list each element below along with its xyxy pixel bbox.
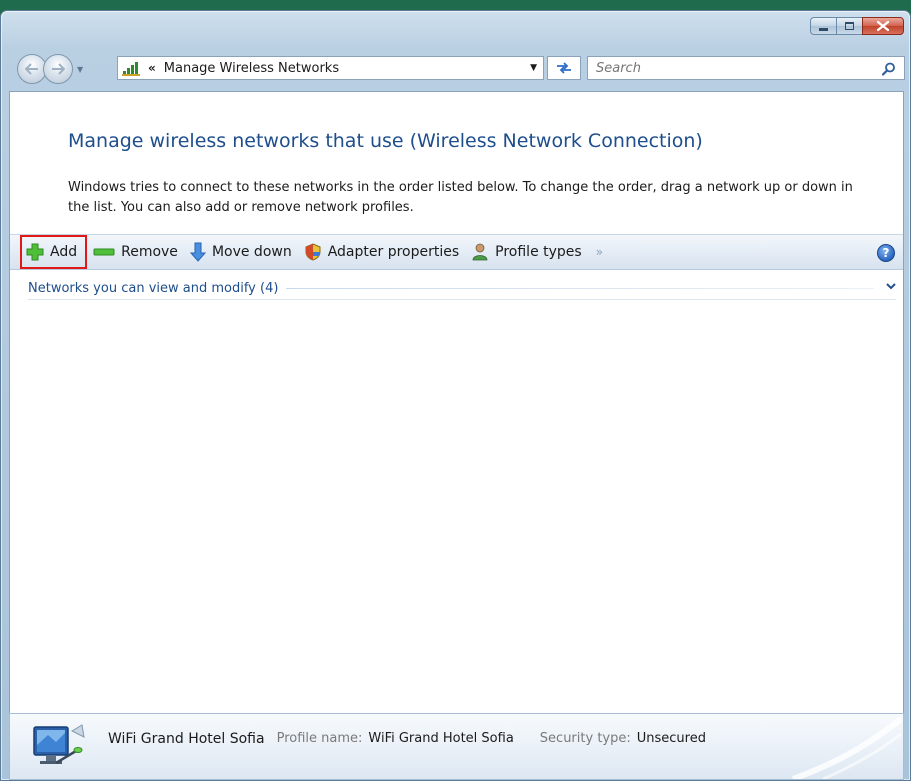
minimize-button[interactable]: [810, 17, 836, 35]
add-button[interactable]: Add: [20, 235, 88, 269]
remove-label: Remove: [121, 244, 178, 260]
page-description: Windows tries to connect to these networ…: [68, 180, 853, 215]
group-divider: [286, 288, 874, 289]
security-type-value: Unsecured: [636, 731, 706, 746]
maximize-button[interactable]: [836, 17, 862, 35]
close-icon: [877, 21, 889, 31]
add-label: Add: [50, 244, 78, 260]
address-row: ▼ « Manage Wireless Networks ▼: [1, 53, 910, 85]
help-icon[interactable]: ?: [877, 244, 895, 262]
search-input[interactable]: [596, 60, 866, 76]
details-pane: WiFi Grand Hotel Sofia Profile name: WiF…: [9, 713, 904, 780]
plus-icon: [26, 243, 44, 261]
maximize-icon: [845, 22, 854, 30]
command-bar: Add Remove Move down Adapter properties …: [10, 234, 903, 270]
adapter-properties-button[interactable]: Adapter properties: [298, 237, 465, 267]
nav-buttons: ▼: [17, 54, 83, 84]
address-bar[interactable]: « Manage Wireless Networks ▼: [117, 56, 544, 80]
address-dropdown-icon[interactable]: ▼: [530, 63, 537, 73]
more-commands-icon[interactable]: »: [596, 245, 603, 259]
chevron-down-icon[interactable]: [886, 283, 896, 294]
profile-types-button[interactable]: Profile types: [465, 237, 588, 267]
adapter-properties-label: Adapter properties: [327, 244, 460, 260]
profile-name-value: WiFi Grand Hotel Sofia: [368, 731, 514, 746]
refresh-icon: [557, 62, 571, 74]
close-button[interactable]: [862, 17, 904, 35]
caption-buttons: [810, 17, 904, 35]
wireless-network-icon: [122, 60, 142, 76]
decorative-swoosh: [791, 716, 903, 779]
shield-icon: [304, 243, 322, 261]
profile-name-label: Profile name:: [276, 731, 363, 746]
search-icon[interactable]: [881, 61, 896, 80]
forward-arrow-icon: [52, 63, 65, 75]
user-icon: [471, 243, 489, 261]
breadcrumb-current[interactable]: Manage Wireless Networks: [164, 61, 339, 76]
profile-types-label: Profile types: [495, 244, 582, 260]
content-pane: Manage wireless networks that use (Wirel…: [9, 91, 904, 780]
minus-icon: [93, 247, 115, 257]
down-arrow-icon: [189, 242, 206, 262]
search-box[interactable]: [587, 56, 905, 80]
minimize-icon: [819, 27, 828, 31]
page-title: Manage wireless networks that use (Wirel…: [68, 130, 703, 152]
breadcrumb-chevron[interactable]: «: [148, 61, 156, 75]
recent-pages-dropdown-icon[interactable]: ▼: [77, 65, 83, 74]
move-down-label: Move down: [211, 244, 292, 260]
remove-button[interactable]: Remove: [87, 237, 184, 267]
group-header-label: Networks you can view and modify (4): [28, 281, 279, 296]
wireless-network-icon: [28, 721, 88, 773]
network-name: WiFi Grand Hotel Sofia: [108, 730, 265, 747]
move-down-button[interactable]: Move down: [184, 237, 298, 267]
back-arrow-icon: [25, 63, 38, 75]
security-type-label: Security type:: [539, 731, 631, 746]
refresh-button[interactable]: [547, 56, 581, 80]
networks-group-header[interactable]: Networks you can view and modify (4): [28, 278, 896, 300]
window-frame: ▼ « Manage Wireless Networks ▼ Search Ma…: [0, 10, 911, 781]
forward-button[interactable]: [43, 54, 73, 84]
